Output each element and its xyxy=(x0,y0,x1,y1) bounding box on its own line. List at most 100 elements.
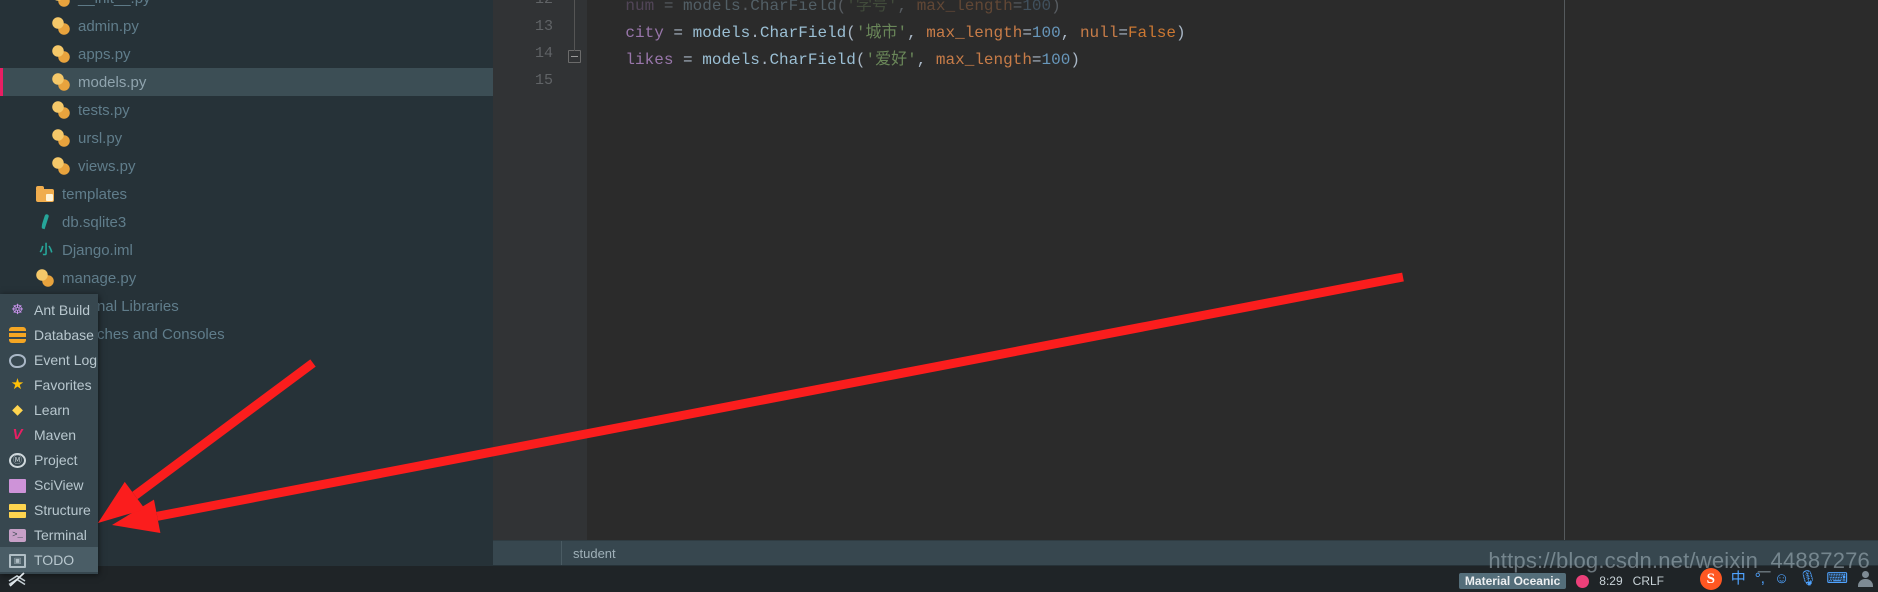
folder-icon xyxy=(36,186,54,202)
line-number: 14 xyxy=(534,45,553,62)
code-token: 100 xyxy=(1022,0,1052,15)
code-token: = xyxy=(673,51,703,69)
tree-item-admin-py[interactable]: admin.py xyxy=(0,12,493,40)
theme-indicator[interactable]: Material Oceanic xyxy=(1458,573,1567,589)
tree-item-label: tests.py xyxy=(78,101,130,119)
tool-window-item-label: Terminal xyxy=(34,526,87,543)
tool-window-item-database[interactable]: Database xyxy=(0,322,98,347)
hide-all-tool-windows-icon[interactable] xyxy=(6,570,28,588)
emoji-icon[interactable]: ☺ xyxy=(1774,567,1789,591)
tool-window-item-label: Event Log xyxy=(34,351,98,368)
tool-window-item-label: Database xyxy=(34,326,94,343)
microphone-icon[interactable]: 🎙 xyxy=(1798,567,1817,591)
code-token: ( xyxy=(836,0,847,15)
system-tray[interactable]: S 中 °, ☺ 🎙 ⌨ xyxy=(1699,567,1874,591)
notification-dot-icon[interactable] xyxy=(1576,574,1590,588)
tree-item-ursl-py[interactable]: ursl.py xyxy=(0,124,493,152)
code-token: CharField xyxy=(750,0,837,15)
tree-item-label: templates xyxy=(62,185,128,203)
code-token: CharField xyxy=(759,24,847,42)
project-icon: Ⓜ xyxy=(9,452,26,468)
tool-window-item-todo[interactable]: ▣ TODO xyxy=(0,547,98,572)
code-token: models xyxy=(692,24,751,42)
python-file-icon xyxy=(52,73,70,91)
line-number: 13 xyxy=(534,18,553,35)
editor-fold-column[interactable] xyxy=(563,0,587,540)
code-line[interactable]: num = models.CharField('学号', max_length=… xyxy=(587,0,1061,15)
code-token: , xyxy=(907,24,927,42)
code-token: = xyxy=(1118,24,1128,42)
code-line[interactable]: likes = models.CharField('爱好', max_lengt… xyxy=(587,45,1080,69)
python-file-icon xyxy=(36,269,54,287)
tree-item-apps-py[interactable]: apps.py xyxy=(0,40,493,68)
code-editor[interactable]: 12131415 num = models.CharField('学号', ma… xyxy=(493,0,1878,540)
tree-item-init-py[interactable]: __init__.py xyxy=(0,0,493,12)
tool-window-item-label: Ant Build xyxy=(34,301,91,318)
tree-item-models-py[interactable]: models.py xyxy=(0,68,493,96)
tool-windows-popup-menu[interactable]: ☸ Ant Build Database Event Log ★ Favorites ◆ Le… xyxy=(0,294,98,574)
code-token: CharField xyxy=(769,51,856,69)
python-file-icon xyxy=(52,17,70,35)
tree-item-templates[interactable]: templates xyxy=(0,180,493,208)
tree-item-label: models.py xyxy=(78,73,147,91)
tree-item-manage-py[interactable]: manage.py xyxy=(0,264,493,292)
tool-window-item-project[interactable]: Ⓜ Project xyxy=(0,447,98,472)
tree-item-label: views.py xyxy=(78,157,136,175)
code-token: models xyxy=(683,0,741,15)
tool-window-item-event-log[interactable]: Event Log xyxy=(0,347,98,372)
chinese-mode-icon[interactable]: 中 xyxy=(1731,567,1746,591)
tree-item-django-iml[interactable]: 小 Django.iml xyxy=(0,236,493,264)
code-token: city xyxy=(625,24,664,42)
fold-guide-line xyxy=(574,0,575,51)
code-token: = xyxy=(654,0,684,15)
sogou-input-icon[interactable]: S xyxy=(1699,568,1722,590)
tree-item-views-py[interactable]: views.py xyxy=(0,152,493,180)
breadcrumb-divider xyxy=(561,541,562,565)
tree-item-tests-py[interactable]: tests.py xyxy=(0,96,493,124)
tool-window-item-label: SciView xyxy=(34,476,84,493)
tool-window-item-sciview[interactable]: SciView xyxy=(0,472,98,497)
tree-item-label: admin.py xyxy=(78,17,139,35)
tool-window-item-label: Project xyxy=(34,451,78,468)
tree-item-db-sqlite3[interactable]: db.sqlite3 xyxy=(0,208,493,236)
tool-window-item-label: Structure xyxy=(34,501,91,518)
code-token: '城市' xyxy=(855,24,908,42)
code-token: . xyxy=(750,24,760,42)
editor-code-pane[interactable]: num = models.CharField('学号', max_length=… xyxy=(587,0,1878,540)
tool-window-item-ant-build[interactable]: ☸ Ant Build xyxy=(0,297,98,322)
keyboard-icon[interactable]: ⌨ xyxy=(1826,567,1848,591)
code-token: = xyxy=(1031,51,1042,69)
database-icon xyxy=(9,327,26,343)
status-line-separator[interactable]: CRLF xyxy=(1633,574,1664,588)
tree-item-label: Django.iml xyxy=(62,241,133,259)
learn-icon: ◆ xyxy=(12,401,23,417)
fold-collapse-icon[interactable] xyxy=(568,50,581,63)
breadcrumb-item-student[interactable]: student xyxy=(573,546,616,561)
code-token: ) xyxy=(1070,51,1080,69)
code-token: = xyxy=(1012,0,1023,15)
tool-window-item-learn[interactable]: ◆ Learn xyxy=(0,397,98,422)
code-token: = xyxy=(1022,24,1032,42)
tool-window-item-maven[interactable]: V Maven xyxy=(0,422,98,447)
code-token: . xyxy=(759,51,770,69)
code-token: ) xyxy=(1175,24,1186,42)
code-token: max_length xyxy=(926,24,1023,42)
code-token: 100 xyxy=(1041,51,1071,69)
code-token: likes xyxy=(625,51,674,69)
tool-window-item-terminal[interactable]: >_ Terminal xyxy=(0,522,98,547)
ide-status-bar: Material Oceanic 8:29 CRLF xyxy=(1458,573,1664,589)
punctuation-mode-icon[interactable]: °, xyxy=(1755,567,1765,591)
code-line[interactable]: city = models.CharField('城市', max_length… xyxy=(587,18,1186,42)
code-token: num xyxy=(625,0,655,15)
editor-gutter: 12 13 14 15 xyxy=(493,0,563,540)
right-margin-guide xyxy=(1564,0,1565,540)
terminal-icon: >_ xyxy=(9,529,26,542)
tool-window-item-label: Maven xyxy=(34,426,77,443)
tool-window-item-label: TODO xyxy=(34,551,75,568)
ide-window: __init__.py admin.py apps.py models.py tests… xyxy=(0,0,1878,592)
tool-window-item-structure[interactable]: Structure xyxy=(0,497,98,522)
user-icon[interactable] xyxy=(1857,570,1874,588)
code-token: = xyxy=(663,24,693,42)
code-token: ) xyxy=(1051,0,1061,15)
tool-window-item-favorites[interactable]: ★ Favorites xyxy=(0,372,98,397)
